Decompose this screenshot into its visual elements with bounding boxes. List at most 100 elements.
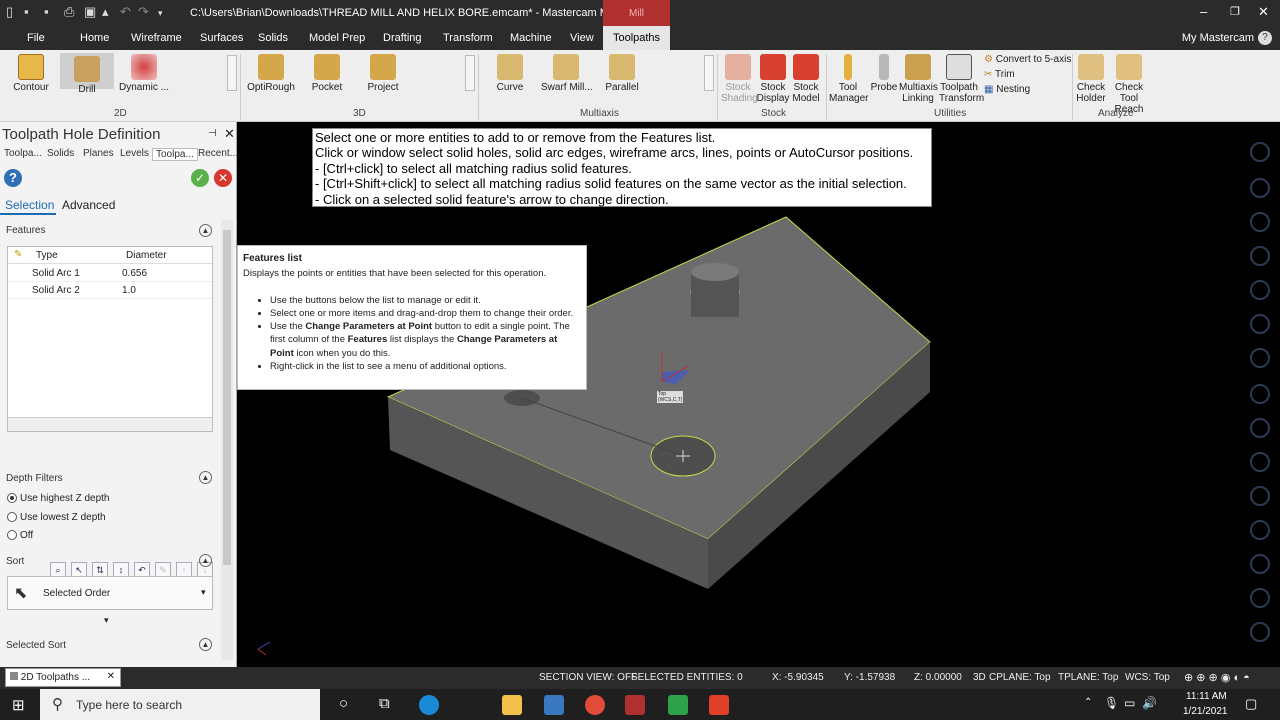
color-icon[interactable] <box>1250 452 1270 472</box>
mode-3d[interactable]: 3D <box>973 672 986 683</box>
multiaxis-linking-button[interactable]: Multiaxis Linking <box>899 54 938 104</box>
nesting-button[interactable]: ▦ Nesting <box>984 84 1030 95</box>
notification-icon[interactable]: ▢ <box>1245 696 1257 712</box>
fit-icon[interactable] <box>1250 212 1270 232</box>
help-icon[interactable]: ? <box>1258 31 1272 45</box>
print-icon[interactable]: ⎙ <box>64 4 74 20</box>
clock-date[interactable]: 1/21/2021 <box>1183 706 1228 717</box>
globe-icon[interactable]: ⊕ ⊕ ⊕ ◉ ◐ ◓ <box>1184 671 1250 684</box>
menu-drafting[interactable]: Drafting <box>383 32 422 44</box>
toolpath-transform-button[interactable]: Toolpath Transform <box>939 54 984 104</box>
tab-toolpath-hole[interactable]: Toolpa... <box>152 148 198 161</box>
ribbon-3d-gallery-scroll[interactable] <box>465 55 475 91</box>
measure-icon[interactable] <box>1250 554 1270 574</box>
document-tab[interactable]: 2D Toolpaths ... ✕ <box>5 668 121 687</box>
mail-icon[interactable] <box>544 695 564 715</box>
cplane-status[interactable]: CPLANE: Top <box>989 672 1051 683</box>
dynamic-button[interactable]: Dynamic ... <box>118 54 170 93</box>
ok-button[interactable]: ✓ <box>191 169 209 187</box>
edge-icon[interactable] <box>419 695 439 715</box>
menu-view[interactable]: View <box>570 32 594 44</box>
menu-surfaces[interactable]: Surfaces <box>200 32 243 44</box>
trim-button[interactable]: ✂ Trim <box>984 69 1015 80</box>
save-as-icon[interactable]: ▪ <box>44 4 49 19</box>
windows-start-icon[interactable]: ⊞ <box>12 696 25 714</box>
section-view-status[interactable]: SECTION VIEW: OFF <box>539 672 637 683</box>
stock-model-button[interactable]: Stock Model <box>789 54 823 104</box>
close-tab-icon[interactable]: ✕ <box>107 671 115 682</box>
chrome-icon[interactable] <box>585 695 605 715</box>
expand-sort-icon[interactable]: ▾ <box>104 615 109 626</box>
menu-transform[interactable]: Transform <box>443 32 493 44</box>
swarf-mill-button[interactable]: Swarf Mill... <box>541 54 593 93</box>
redo-icon[interactable]: ↷ <box>138 4 149 20</box>
column-type[interactable]: Type <box>36 250 58 261</box>
view-iso-icon[interactable] <box>1250 348 1270 368</box>
radio-off[interactable] <box>7 530 17 540</box>
rotate-icon[interactable] <box>1250 246 1270 266</box>
levels-icon[interactable] <box>1250 486 1270 506</box>
tab-recent[interactable]: Recent... <box>198 148 238 159</box>
features-collapse-icon[interactable]: ▲ <box>199 224 212 237</box>
pin-icon[interactable]: ▴ <box>102 4 109 20</box>
tab-selection[interactable]: Selection <box>5 198 54 212</box>
curve-button[interactable]: Curve <box>494 54 526 93</box>
sort-collapse-icon[interactable]: ▲ <box>199 554 212 567</box>
tab-solids[interactable]: Solids <box>47 148 74 159</box>
stock-display-button[interactable]: Stock Display <box>756 54 790 104</box>
ribbon-multiaxis-gallery-scroll[interactable] <box>704 55 714 91</box>
print-preview-icon[interactable]: ▣ <box>84 4 96 20</box>
convert-to-5axis-button[interactable]: ⚙ Convert to 5-axis <box>984 54 1071 65</box>
clock-time[interactable]: 11:11 AM <box>1186 691 1227 702</box>
menu-model-prep[interactable]: Model Prep <box>309 32 365 44</box>
cancel-button[interactable]: ✕ <box>214 169 232 187</box>
pocket-button[interactable]: Pocket <box>308 54 346 93</box>
camtasia-icon[interactable] <box>668 695 688 715</box>
contour-button[interactable]: Contour <box>11 54 51 93</box>
tab-toolpaths-manager[interactable]: Toolpa... <box>4 148 42 159</box>
stock-shading-button[interactable]: Stock Shading <box>721 54 758 104</box>
optirough-button[interactable]: OptiRough <box>246 54 296 93</box>
close-panel-icon[interactable]: ✕ <box>224 126 235 142</box>
depth-filters-collapse-icon[interactable]: ▲ <box>199 471 212 484</box>
network-icon[interactable]: ▭ <box>1124 696 1135 710</box>
maximize-button[interactable]: ❐ <box>1230 5 1240 18</box>
features-list[interactable]: ✎ Type Diameter Solid Arc 1 0.656 Solid … <box>7 246 213 432</box>
check-holder-button[interactable]: Check Holder <box>1074 54 1108 104</box>
table-row[interactable]: Solid Arc 1 0.656 <box>8 265 212 282</box>
tab-planes[interactable]: Planes <box>83 148 114 159</box>
cortana-icon[interactable]: ○ <box>339 695 348 712</box>
tab-levels[interactable]: Levels <box>120 148 149 159</box>
tool-manager-button[interactable]: Tool Manager <box>829 54 868 104</box>
cancel-select-icon[interactable] <box>1250 622 1270 642</box>
ribbon-2d-gallery-scroll[interactable] <box>227 55 237 91</box>
microphone-icon[interactable]: 🎙 <box>1104 696 1119 710</box>
project-button[interactable]: Project <box>364 54 402 93</box>
probe-button[interactable]: Probe <box>870 54 898 93</box>
shading-icon[interactable] <box>1250 384 1270 404</box>
menu-home[interactable]: Home <box>80 32 109 44</box>
menu-machine[interactable]: Machine <box>510 32 552 44</box>
tab-advanced[interactable]: Advanced <box>62 198 115 212</box>
quick-access-dropdown-icon[interactable]: ▾ <box>158 8 163 19</box>
pin-panel-icon[interactable]: ⊣ <box>208 128 217 139</box>
my-mastercam-link[interactable]: My Mastercam <box>1182 32 1254 44</box>
wireframe-icon[interactable] <box>1250 418 1270 438</box>
panel-scrollbar-thumb[interactable] <box>223 230 231 565</box>
menu-file[interactable]: File <box>27 32 45 44</box>
zoom-in-icon[interactable] <box>1250 142 1270 162</box>
analyze-icon[interactable] <box>1250 520 1270 540</box>
tplane-status[interactable]: TPLANE: Top <box>1058 672 1118 683</box>
view-front-icon[interactable] <box>1250 314 1270 334</box>
column-diameter[interactable]: Diameter <box>126 250 167 261</box>
radio-lowest-z[interactable] <box>7 512 17 522</box>
mastercam-icon[interactable] <box>625 695 645 715</box>
tray-chevron-icon[interactable]: ⌃ <box>1084 697 1092 708</box>
selected-sort-collapse-icon[interactable]: ▲ <box>199 638 212 651</box>
drill-button[interactable]: Drill <box>60 53 114 95</box>
features-list-scrollbar[interactable] <box>8 417 212 431</box>
panel-scrollbar[interactable] <box>221 220 233 660</box>
task-view-icon[interactable]: ⧉ <box>379 695 390 712</box>
help-icon[interactable]: ? <box>4 169 22 187</box>
minimize-button[interactable]: – <box>1200 4 1207 19</box>
